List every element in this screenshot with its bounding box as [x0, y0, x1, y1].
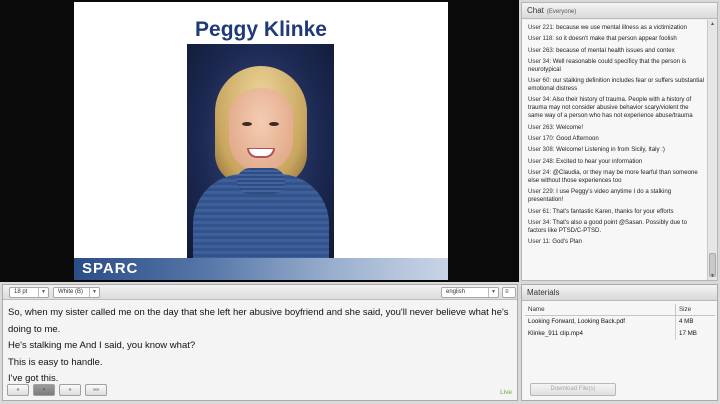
chat-text: so it doesn't make that person appear fo… [555, 35, 677, 43]
caption-text: So, when my sister called me on the day … [8, 305, 513, 388]
scroll-down-icon[interactable]: ▼ [710, 273, 715, 279]
speaker-photo [187, 44, 334, 259]
materials-table: Name Size Looking Forward, Looking Back.… [525, 304, 715, 340]
chat-text: @Claudia, or they may be more fearful th… [528, 168, 698, 184]
chat-user: User 34: [528, 57, 552, 65]
pause-button[interactable]: • [33, 384, 55, 396]
materials-title: Materials [522, 285, 717, 301]
chat-text: That's fantastic Karen, thanks for your … [552, 207, 674, 215]
chat-user: User 118: [528, 35, 554, 43]
app-window: Peggy Klinke SPARC Chat (Everyone) User 2… [0, 0, 720, 404]
download-files-button[interactable]: Download File(s) [530, 383, 616, 396]
chat-user: User 263: [528, 123, 555, 131]
presentation-area: Peggy Klinke SPARC [0, 0, 519, 282]
chat-text: Welcome! Listening in from Sicily, Italy… [556, 146, 665, 154]
language-select[interactable]: english ▼ [441, 287, 499, 298]
column-header-name[interactable]: Name [528, 304, 545, 316]
chat-user: User 11: [528, 238, 551, 246]
chat-user: User 34: [528, 218, 552, 226]
chat-user: User 229: [528, 188, 555, 196]
chat-user: User 60: [528, 77, 552, 85]
slide-footer-bar: SPARC [74, 258, 448, 280]
chat-message: User 308: Welcome! Listening in from Sic… [528, 146, 705, 154]
menu-icon: ≡ [505, 289, 509, 295]
chat-text: our stalking definition includes fear or… [528, 77, 705, 93]
file-name: Looking Forward, Looking Back.pdf [528, 318, 625, 325]
slide-title: Peggy Klinke [195, 18, 327, 41]
font-size-value: 18 pt [14, 289, 28, 295]
chat-user: User 263: [528, 46, 555, 54]
slide: Peggy Klinke SPARC [74, 2, 448, 280]
caption-line: So, when my sister called me on the day … [8, 307, 509, 318]
chat-panel: Chat (Everyone) User 221: because we use … [521, 2, 718, 281]
chat-message: User 61: That's fantastic Karen, thanks … [528, 208, 705, 216]
chat-text: because of mental health issues and cont… [556, 46, 675, 54]
chat-text: Excited to hear your information [556, 157, 643, 165]
chat-message: User 34: Also their history of trauma. P… [528, 96, 705, 120]
materials-panel: Materials Name Size Looking Forward, Loo… [521, 284, 718, 401]
chat-text: Well reasonable could specificy that the… [528, 57, 687, 73]
file-size: 4 MB [675, 316, 693, 328]
chevron-down-icon: ▼ [89, 288, 99, 297]
forward-button[interactable]: » [59, 384, 81, 396]
column-header-size[interactable]: Size [675, 304, 691, 316]
language-value: english [446, 289, 466, 295]
chat-message: User 263: Welcome! [528, 124, 705, 132]
chat-message: User 248: Excited to hear your informati… [528, 158, 705, 166]
chat-header: Chat (Everyone) [522, 3, 717, 19]
chat-user: User 170: [528, 135, 555, 143]
chat-message: User 170: Good Afternoon [528, 135, 705, 143]
table-header: Name Size [525, 304, 715, 316]
caption-color-value: White (B) [58, 289, 84, 295]
table-row[interactable]: Looking Forward, Looking Back.pdf 4 MB [525, 316, 715, 328]
chat-text: because we use mental illness as a victi… [556, 24, 687, 31]
caption-color-select[interactable]: White (B) ▼ [53, 287, 100, 298]
caption-toolbar: 18 pt ▼ White (B) ▼ english ▼ ≡ [3, 285, 517, 300]
chat-message: User 34: Well reasonable could specificy… [528, 58, 705, 74]
chat-message: User 34: That's also a good point @Sasan… [528, 219, 705, 235]
table-row[interactable]: Klinke_911 clip.mp4 17 MB [525, 328, 715, 340]
chat-user: User 24: [528, 168, 552, 176]
chat-user: User 248: [528, 157, 555, 165]
chat-message: User 60: our stalking definition include… [528, 77, 705, 93]
caption-line: This is easy to handle. [8, 356, 103, 368]
chat-user: User 34: [528, 96, 552, 104]
file-size: 17 MB [675, 328, 697, 340]
chat-text: Good Afternoon [556, 135, 599, 143]
chat-message: User 11: God's Plan [528, 238, 705, 246]
font-size-select[interactable]: 18 pt ▼ [9, 287, 49, 298]
chevron-down-icon: ▼ [488, 288, 498, 297]
chat-text: God's Plan [552, 238, 582, 246]
chat-title: Chat [527, 6, 544, 15]
chat-user: User 61: [528, 207, 552, 215]
chat-text: Welcome! [556, 123, 584, 131]
chat-message: User 118: so it doesn't make that person… [528, 35, 705, 43]
chat-user: User 308: [528, 146, 555, 154]
caption-line: I've got this. [8, 373, 59, 384]
caption-line: He's stalking me And I said, you know wh… [8, 340, 196, 351]
caption-panel: 18 pt ▼ White (B) ▼ english ▼ ≡ So, when… [2, 284, 518, 401]
caption-line: doing to me. [8, 323, 61, 335]
chat-text: Also their history of trauma. People wit… [528, 96, 693, 120]
chat-message: User 263: because of mental health issue… [528, 47, 705, 55]
chat-message: User 24: @Claudia, or they may be more f… [528, 169, 705, 185]
chat-messages: User 221: because we use mental illness … [522, 20, 708, 280]
chat-text: That's also a good point @Sasan. Possibl… [528, 218, 688, 234]
sparc-logo: SPARC [82, 260, 139, 277]
rewind-button[interactable]: « [7, 384, 29, 396]
file-name: Klinke_911 clip.mp4 [528, 330, 583, 337]
chat-message: User 221: because we use mental illness … [528, 24, 705, 32]
live-indicator: Live [500, 389, 512, 396]
chat-scope: (Everyone) [546, 9, 577, 15]
caption-menu-button[interactable]: ≡ [502, 287, 516, 298]
chat-user: User 221: [528, 24, 555, 31]
chat-message: User 229: I use Peggy's video anytime I … [528, 188, 705, 204]
chevron-down-icon: ▼ [38, 288, 48, 297]
scroll-up-icon[interactable]: ▲ [710, 21, 715, 27]
chat-scrollbar[interactable]: ▲ ▼ [707, 20, 717, 280]
jump-to-live-button[interactable]: »» [85, 384, 107, 396]
